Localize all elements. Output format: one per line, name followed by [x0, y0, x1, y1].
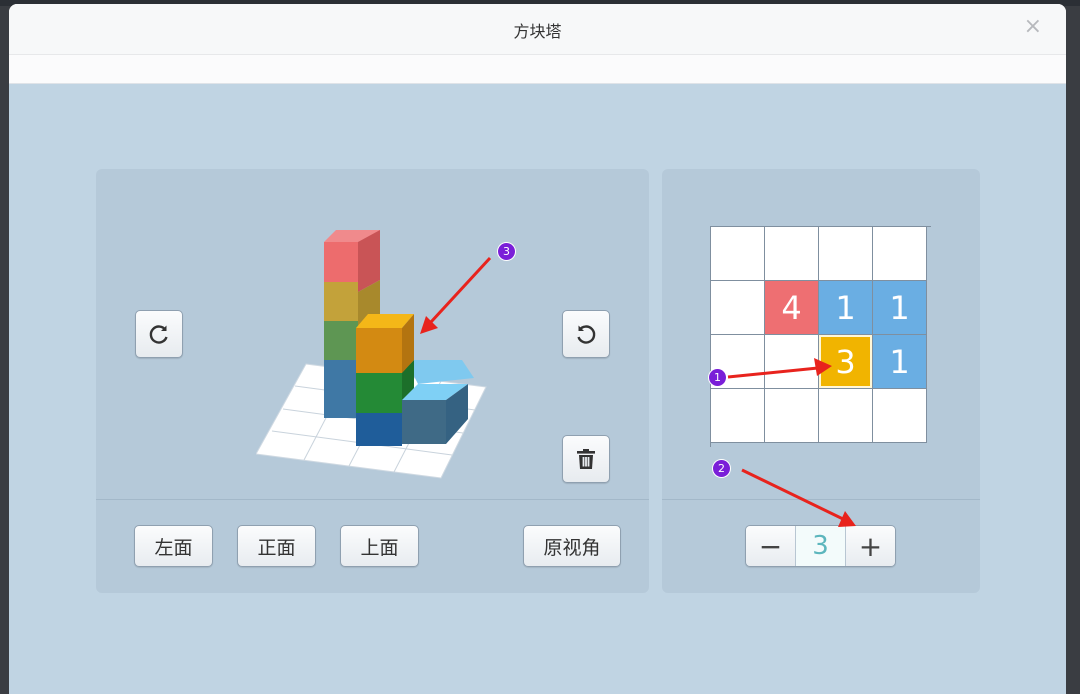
left-panel-divider — [96, 499, 649, 500]
grid-cell-blue[interactable]: 1 — [873, 281, 927, 335]
top-view-button[interactable]: 上面 — [340, 525, 419, 567]
annotation-marker-1: 1 — [709, 369, 726, 386]
grid-cell[interactable] — [819, 389, 873, 443]
grid-cell[interactable] — [765, 389, 819, 443]
grid-cell[interactable] — [711, 389, 765, 443]
rotate-counterclockwise-icon — [577, 325, 596, 344]
annotation-marker-3: 3 — [498, 243, 515, 260]
close-icon[interactable]: × — [1024, 16, 1042, 38]
grid-cell[interactable] — [711, 281, 765, 335]
grid-cell-blue[interactable]: 1 — [873, 335, 927, 389]
increment-button[interactable]: + — [846, 526, 895, 566]
window-title: 方块塔 — [513, 22, 562, 41]
right-panel-divider — [662, 499, 980, 500]
rotate-clockwise-button[interactable] — [135, 310, 183, 358]
rotate-counterclockwise-button[interactable] — [562, 310, 610, 358]
grid-cell[interactable] — [711, 227, 765, 281]
grid-cell[interactable] — [873, 389, 927, 443]
annotation-marker-2: 2 — [713, 460, 730, 477]
delete-button[interactable] — [562, 435, 610, 483]
grid-cell[interactable] — [873, 227, 927, 281]
three-d-view-panel: 左面 正面 上面 原视角 — [96, 169, 649, 593]
toolbar-strip — [9, 55, 1066, 84]
grid-cell-red[interactable]: 4 — [765, 281, 819, 335]
decrement-button[interactable]: − — [746, 526, 795, 566]
trash-icon — [577, 449, 595, 469]
grid-cell[interactable] — [765, 227, 819, 281]
block-count-grid: 4 1 1 3 1 — [710, 226, 931, 447]
rotate-clockwise-icon — [149, 325, 168, 344]
height-stepper: − 3 + — [745, 525, 896, 567]
front-view-button[interactable]: 正面 — [237, 525, 316, 567]
reset-view-button[interactable]: 原视角 — [523, 525, 621, 567]
grid-cell[interactable] — [765, 335, 819, 389]
left-view-button[interactable]: 左面 — [134, 525, 213, 567]
grid-cell-blue[interactable]: 1 — [819, 281, 873, 335]
block-tower-3d-view — [256, 230, 487, 479]
grid-cell-selected[interactable]: 3 — [819, 335, 873, 389]
grid-cell[interactable] — [819, 227, 873, 281]
title-bar: 方块塔 × — [9, 4, 1066, 55]
stepper-value[interactable]: 3 — [795, 526, 846, 566]
workspace: 左面 正面 上面 原视角 4 1 1 3 1 − 3 + — [9, 84, 1066, 694]
dialog-window: 方块塔 × 左面 正面 上面 原视角 4 1 1 3 1 − 3 + — [9, 4, 1066, 694]
